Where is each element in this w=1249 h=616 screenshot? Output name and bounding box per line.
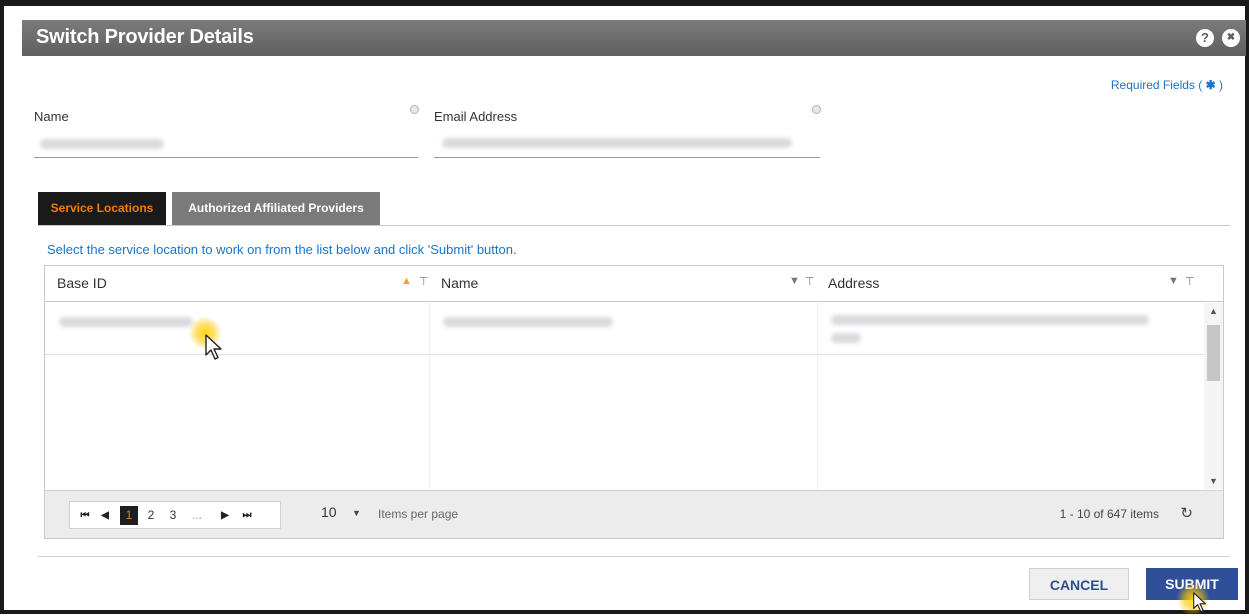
cell-address-redacted xyxy=(831,333,861,343)
filter-icon[interactable]: ⊤ xyxy=(805,275,815,288)
page-3-button[interactable]: 3 xyxy=(164,506,182,525)
cell-address-redacted xyxy=(831,315,1149,325)
email-value-redacted xyxy=(442,138,792,148)
column-header-name[interactable]: Name xyxy=(441,275,478,291)
dialog-frame: Switch Provider Details ? ✖ Required Fie… xyxy=(0,0,1249,616)
scroll-up-icon[interactable]: ▲ xyxy=(1209,306,1218,316)
scroll-down-icon[interactable]: ▼ xyxy=(1209,476,1218,486)
pager-buttons: ⏮ ◀ 1 2 3 ... ▶ ⏭ xyxy=(69,501,281,529)
filter-icon[interactable]: ⊤ xyxy=(1185,275,1195,288)
sort-icon[interactable]: ▼ xyxy=(1168,275,1179,287)
grid-header: Base ID ▲ ⊤ Name ▼ ⊤ Address ▼ ⊤ xyxy=(45,266,1223,302)
help-icon[interactable]: ? xyxy=(1196,29,1214,47)
cancel-button[interactable]: CANCEL xyxy=(1029,568,1129,600)
email-label: Email Address xyxy=(434,109,518,124)
name-label: Name xyxy=(34,109,69,124)
prev-page-icon[interactable]: ◀ xyxy=(96,506,114,525)
grid-pager: ⏮ ◀ 1 2 3 ... ▶ ⏭ 10 ▼ Items per page 1 … xyxy=(45,490,1223,538)
dropdown-arrow-icon[interactable]: ▼ xyxy=(352,508,361,518)
refresh-icon[interactable]: ↻ xyxy=(1180,504,1193,522)
tab-service-locations[interactable]: Service Locations xyxy=(38,192,166,225)
tab-divider xyxy=(38,225,1230,226)
dialog-titlebar: Switch Provider Details ? ✖ xyxy=(22,20,1246,56)
page-size-select[interactable]: 10 xyxy=(321,504,337,520)
first-page-icon[interactable]: ⏮ xyxy=(76,506,94,525)
footer-divider xyxy=(38,556,1230,557)
column-header-base-id[interactable]: Base ID xyxy=(57,275,107,291)
pager-info: 1 - 10 of 647 items xyxy=(1059,507,1159,521)
mouse-cursor-icon xyxy=(1193,592,1207,613)
page-more-button[interactable]: ... xyxy=(188,506,206,525)
email-info-icon xyxy=(812,105,821,114)
dialog-title: Switch Provider Details xyxy=(36,26,254,48)
sort-icon[interactable]: ▼ xyxy=(789,275,800,287)
name-info-icon xyxy=(410,105,419,114)
column-header-address[interactable]: Address xyxy=(828,275,879,291)
service-locations-grid: Base ID ▲ ⊤ Name ▼ ⊤ Address ▼ ⊤ ▲ ▼ ⏮ ◀… xyxy=(44,265,1224,539)
sort-asc-icon[interactable]: ▲ xyxy=(401,275,412,287)
required-fields-note: Required Fields ( ✱ ) xyxy=(1110,78,1223,92)
cell-name-redacted xyxy=(443,317,613,327)
name-value-redacted xyxy=(40,139,164,149)
page-2-button[interactable]: 2 xyxy=(142,506,160,525)
next-page-icon[interactable]: ▶ xyxy=(216,506,234,525)
mouse-cursor-icon xyxy=(205,334,222,360)
vertical-scrollbar[interactable]: ▲ ▼ xyxy=(1204,303,1223,489)
last-page-icon[interactable]: ⏭ xyxy=(238,506,256,525)
cell-base-id-redacted xyxy=(59,317,193,327)
tab-authorized-affiliated-providers[interactable]: Authorized Affiliated Providers xyxy=(172,192,380,225)
email-field[interactable] xyxy=(434,126,820,158)
filter-icon[interactable]: ⊤ xyxy=(419,275,429,288)
instruction-text: Select the service location to work on f… xyxy=(47,242,517,257)
items-per-page-label: Items per page xyxy=(378,507,459,521)
page-1-button[interactable]: 1 xyxy=(120,506,138,525)
required-star-icon: ✱ xyxy=(1205,78,1216,92)
scroll-thumb[interactable] xyxy=(1207,325,1220,381)
close-icon[interactable]: ✖ xyxy=(1222,29,1240,47)
name-field[interactable] xyxy=(34,126,418,158)
